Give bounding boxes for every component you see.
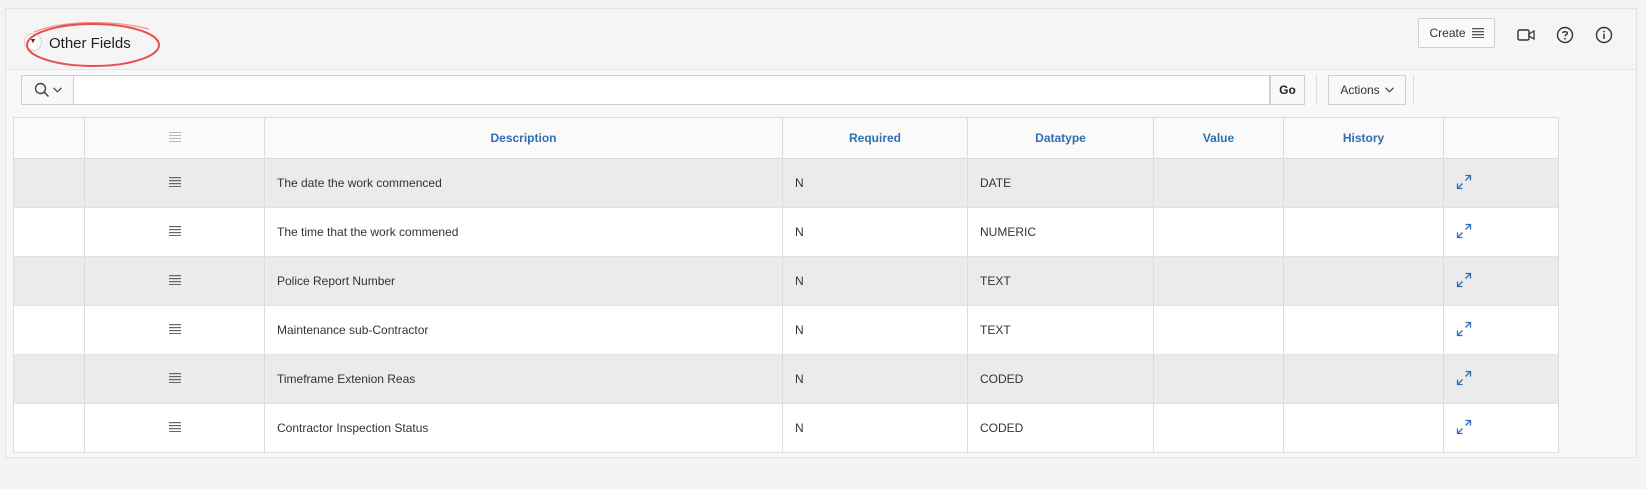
table-row[interactable]: Contractor Inspection Status N CODED <box>13 403 1559 453</box>
history-cell <box>1283 256 1444 306</box>
video-camera-icon[interactable] <box>1516 25 1536 45</box>
required-cell: N <box>782 256 968 306</box>
expand-arrows-icon[interactable] <box>1456 223 1472 239</box>
create-button[interactable]: Create <box>1418 18 1495 48</box>
drag-handle-cell[interactable] <box>84 158 265 208</box>
go-button[interactable]: Go <box>1270 75 1305 105</box>
caret-down-icon: ▼ <box>29 38 37 45</box>
history-cell <box>1283 354 1444 404</box>
value-cell[interactable] <box>1153 207 1284 257</box>
help-circle-icon[interactable] <box>1555 25 1575 45</box>
menu-lines-icon <box>168 324 181 334</box>
description-cell: The time that the work commened <box>264 207 783 257</box>
table-row[interactable]: The time that the work commened N NUMERI… <box>13 207 1559 257</box>
datatype-cell: DATE <box>967 158 1154 208</box>
history-cell <box>1283 158 1444 208</box>
other-fields-table: Description Required Datatype Value Hist… <box>13 117 1559 453</box>
create-button-label: Create <box>1429 26 1466 40</box>
column-header-datatype[interactable]: Datatype <box>967 117 1154 159</box>
expand-cell[interactable] <box>1443 256 1559 306</box>
drag-handle-cell[interactable] <box>84 305 265 355</box>
history-cell <box>1283 207 1444 257</box>
chevron-down-icon <box>1384 87 1394 93</box>
other-fields-region: ▼ Other Fields Create Go Actions Descrip… <box>5 8 1637 458</box>
menu-lines-icon <box>1471 28 1484 38</box>
datatype-cell: TEXT <box>967 256 1154 306</box>
drag-handle-cell[interactable] <box>84 403 265 453</box>
description-cell: The date the work commenced <box>264 158 783 208</box>
collapse-toggle-button[interactable]: ▼ <box>24 33 42 51</box>
actions-button-label: Actions <box>1340 83 1380 97</box>
menu-lines-icon <box>168 226 181 236</box>
region-header: ▼ Other Fields Create <box>6 9 1636 70</box>
expand-arrows-icon[interactable] <box>1456 370 1472 386</box>
required-cell: N <box>782 305 968 355</box>
expand-arrows-icon[interactable] <box>1456 272 1472 288</box>
drag-handle-header <box>84 117 265 159</box>
report-toolbar: Go Actions <box>21 75 1636 115</box>
description-cell: Timeframe Extenion Reas <box>264 354 783 404</box>
search-column-menu[interactable] <box>21 75 73 105</box>
expand-arrows-icon[interactable] <box>1456 321 1472 337</box>
row-selector-cell[interactable] <box>13 158 85 208</box>
menu-lines-icon <box>168 275 181 285</box>
toolbar-divider <box>1413 75 1414 105</box>
table-row[interactable]: Timeframe Extenion Reas N CODED <box>13 354 1559 404</box>
search-input[interactable] <box>73 75 1270 105</box>
expand-cell[interactable] <box>1443 305 1559 355</box>
expand-cell[interactable] <box>1443 207 1559 257</box>
info-circle-icon[interactable] <box>1594 25 1614 45</box>
row-selector-header <box>13 117 85 159</box>
column-header-history[interactable]: History <box>1283 117 1444 159</box>
datatype-cell: CODED <box>967 354 1154 404</box>
drag-handle-cell[interactable] <box>84 207 265 257</box>
actions-menu-button[interactable]: Actions <box>1328 75 1406 105</box>
expand-cell[interactable] <box>1443 403 1559 453</box>
toolbar-divider <box>1316 75 1317 105</box>
description-cell: Police Report Number <box>264 256 783 306</box>
value-cell[interactable] <box>1153 403 1284 453</box>
menu-lines-icon <box>168 177 181 187</box>
expand-cell[interactable] <box>1443 158 1559 208</box>
datatype-cell: NUMERIC <box>967 207 1154 257</box>
column-header-required[interactable]: Required <box>782 117 968 159</box>
expand-arrows-icon[interactable] <box>1456 419 1472 435</box>
row-selector-cell[interactable] <box>13 256 85 306</box>
region-title: Other Fields <box>49 35 131 52</box>
table-row[interactable]: The date the work commenced N DATE <box>13 158 1559 208</box>
history-cell <box>1283 305 1444 355</box>
required-cell: N <box>782 158 968 208</box>
table-row[interactable]: Police Report Number N TEXT <box>13 256 1559 306</box>
datatype-cell: CODED <box>967 403 1154 453</box>
value-cell[interactable] <box>1153 354 1284 404</box>
expand-column-header <box>1443 117 1559 159</box>
column-header-value[interactable]: Value <box>1153 117 1284 159</box>
required-cell: N <box>782 354 968 404</box>
drag-handle-cell[interactable] <box>84 354 265 404</box>
row-selector-cell[interactable] <box>13 305 85 355</box>
row-selector-cell[interactable] <box>13 354 85 404</box>
menu-lines-icon <box>168 373 181 383</box>
value-cell[interactable] <box>1153 256 1284 306</box>
description-cell: Maintenance sub-Contractor <box>264 305 783 355</box>
menu-lines-icon <box>168 132 181 142</box>
expand-arrows-icon[interactable] <box>1456 174 1472 190</box>
value-cell[interactable] <box>1153 305 1284 355</box>
history-cell <box>1283 403 1444 453</box>
datatype-cell: TEXT <box>967 305 1154 355</box>
table-row[interactable]: Maintenance sub-Contractor N TEXT <box>13 305 1559 355</box>
expand-cell[interactable] <box>1443 354 1559 404</box>
row-selector-cell[interactable] <box>13 403 85 453</box>
table-header-row: Description Required Datatype Value Hist… <box>13 117 1559 159</box>
chevron-down-icon <box>52 87 62 93</box>
required-cell: N <box>782 207 968 257</box>
row-selector-cell[interactable] <box>13 207 85 257</box>
required-cell: N <box>782 403 968 453</box>
menu-lines-icon <box>168 422 181 432</box>
value-cell[interactable] <box>1153 158 1284 208</box>
description-cell: Contractor Inspection Status <box>264 403 783 453</box>
drag-handle-cell[interactable] <box>84 256 265 306</box>
search-icon <box>34 82 49 98</box>
column-header-description[interactable]: Description <box>264 117 783 159</box>
